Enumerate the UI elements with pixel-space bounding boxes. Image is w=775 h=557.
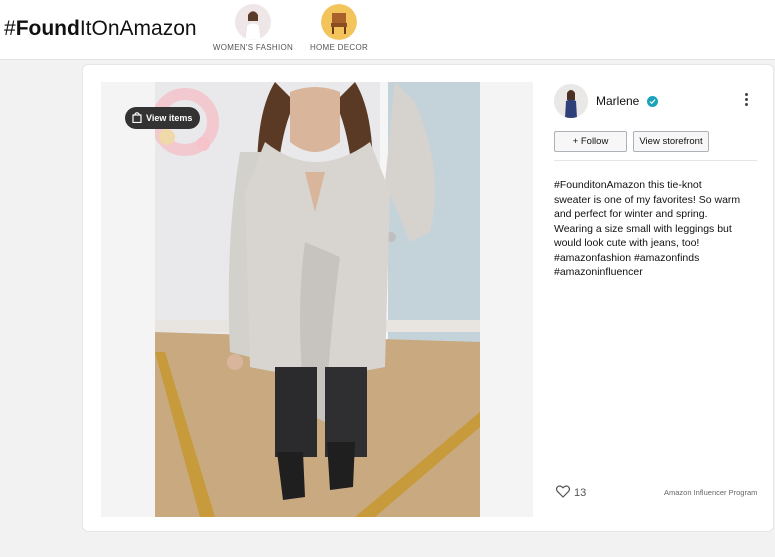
caption-line: #FounditonAmazon this tie-knot [554,179,702,191]
post-card: View items Marlene + Follow View storefr… [82,64,774,532]
brand-hash: # [4,17,16,40]
caption-line: would look cute with jeans, too! [554,237,700,249]
post-photo[interactable] [155,82,480,517]
more-options-icon[interactable] [743,93,749,109]
follow-button[interactable]: + Follow [554,131,627,152]
influencer-program-label[interactable]: Amazon Influencer Program [664,488,757,497]
category-label: WOMEN'S FASHION [212,43,294,52]
category-womens-fashion[interactable]: WOMEN'S FASHION [208,4,298,52]
caption-line: #amazonfashion #amazonfinds [554,251,700,264]
view-storefront-button[interactable]: View storefront [633,131,709,152]
creator-profile[interactable]: Marlene [554,84,659,118]
brand-rest: ItOnAmazon [79,17,197,40]
divider [554,160,757,161]
chair-thumbnail-icon [321,4,357,40]
category-label: HOME DECOR [309,43,369,52]
creator-name[interactable]: Marlene [596,94,639,108]
category-home-decor[interactable]: HOME DECOR [294,4,384,52]
post-caption: #FounditonAmazon this tie-knot sweater i… [554,178,762,280]
view-items-label: View items [146,113,193,123]
avatar[interactable] [554,84,588,118]
brand-title[interactable]: #FoundItOnAmazon [4,17,197,41]
like-control[interactable]: 13 [555,485,587,501]
view-items-button[interactable]: View items [125,107,201,129]
caption-line: #amazoninfluencer [554,266,643,278]
brand-bold: Found [15,17,80,40]
heart-icon[interactable] [555,485,571,501]
caption-line: Wearing a size small with leggings but [554,222,732,235]
like-count: 13 [574,487,587,499]
shopping-bag-icon [132,111,142,125]
verified-check-icon [647,95,659,107]
caption-line: sweater is one of my favorites! So warm [554,193,741,206]
caption-line: and perfect for winter and spring. [554,208,708,220]
post-photo-area: View items [101,82,533,517]
top-bar: #FoundItOnAmazon WOMEN'S FASHION HOME DE… [0,0,775,60]
womens-fashion-thumbnail-icon [235,4,271,40]
